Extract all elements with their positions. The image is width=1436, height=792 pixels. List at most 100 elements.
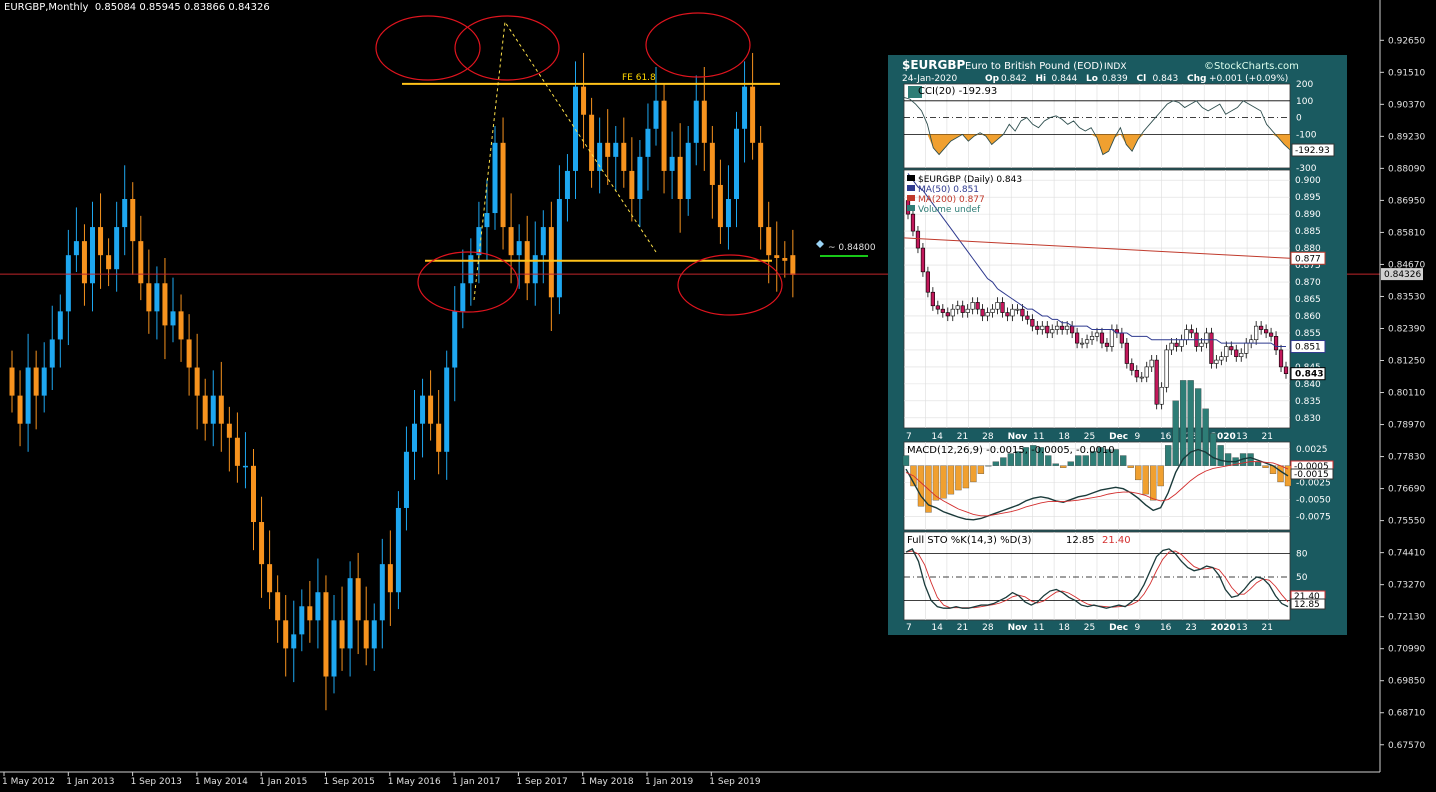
daily-up-candle [990,308,995,313]
bear-candle [508,227,514,256]
bear-candle [9,367,15,396]
sc-date-label: 11 [1033,623,1044,633]
bull-candle [114,227,120,270]
macd-tick-label: -0.0025 [1296,479,1331,489]
price-tick-label: 0.88090 [1388,164,1425,174]
bear-candle [782,257,788,261]
date-tick-label: 1 Jan 2013 [66,777,114,787]
price-tick-label: 0.895 [1295,193,1321,203]
daily-down-candle [1283,366,1289,374]
price-tick-label: 0.75550 [1388,517,1425,527]
daily-up-candle [955,305,960,310]
price-tick-label: 0.90370 [1388,100,1425,110]
cci-tick-label: -100 [1296,130,1317,140]
daily-up-candle [1139,376,1144,379]
symbol-name: EURGBP,Monthly [4,2,89,13]
legend-swatch [907,195,915,201]
sc-quote-label: Cl [1137,74,1147,84]
bear-candle [717,184,723,228]
daily-down-candle [945,312,950,317]
bull-candle [725,199,731,228]
price-tick-label: 0.67570 [1388,741,1425,751]
bull-candle [573,86,578,171]
sc-date-label: 16 [1160,432,1172,442]
sc-date-label: 21 [957,623,968,633]
bull-candle [516,241,522,256]
volume-legend: Volume undef [918,205,981,215]
legend-swatch [907,175,915,181]
sc-date-label: Nov [1008,432,1028,442]
price-tick-label: 0.82390 [1388,324,1425,334]
daily-up-candle [1055,325,1060,330]
bull-candle [468,255,474,284]
sc-date-label: 7 [906,432,912,442]
bull-candle [444,367,450,452]
bear-candle [629,170,635,199]
bear-candle [146,283,152,312]
sto-last-label: 12.85 [1294,600,1320,610]
bear-candle [750,86,756,143]
macd-histogram-bar [932,465,940,501]
bull-candle [25,367,31,424]
price-tick-label: 0.92650 [1388,36,1425,46]
daily-down-candle [930,291,935,307]
sc-quote-label: Op [985,74,1000,84]
price-tick-label: 0.84670 [1388,260,1425,270]
macd-histogram-bar [1247,453,1254,466]
price-tick-label: 0.68710 [1388,709,1425,719]
bear-candle [234,437,240,466]
sc-brand: ©StockCharts.com [1204,61,1299,72]
macd-histogram-bar [970,465,977,483]
bear-candle [138,241,144,284]
price-tick-label: 0.83530 [1388,292,1425,302]
bear-candle [202,395,208,424]
sc-date-label: 7 [906,623,912,633]
sc-date-label: 21 [1262,623,1273,633]
daily-up-candle [1084,339,1090,344]
price-tick-label: 0.91510 [1388,68,1425,78]
alert-label: ~ 0.84800 [828,243,876,253]
macd-histogram-bar [1209,433,1217,466]
bear-candle [259,522,265,565]
macd-histogram-bar [1165,445,1172,466]
sc-date-label: 2020 [1211,623,1236,633]
price-tick-label: 0.80110 [1388,389,1425,399]
daily-down-candle [1030,319,1035,327]
bull-candle [371,620,377,649]
macd-histogram-bar [1135,465,1142,481]
daily-down-candle [1119,332,1124,344]
ma50-last-label: 0.851 [1295,343,1321,353]
date-tick-label: 1 Jan 2019 [645,777,693,787]
bear-candle [661,100,667,171]
price-tick-label: 0.74410 [1388,549,1425,559]
price-tick-label: 0.830 [1295,414,1321,424]
sc-date-label: 13 [1236,432,1247,442]
sc-date-label: 13 [1236,623,1247,633]
bear-candle [307,606,313,621]
bull-candle [484,213,490,228]
price-tick-label: 0.885 [1295,227,1321,237]
bear-candle [774,255,780,258]
bull-candle [637,156,643,199]
daily-down-candle [1045,325,1050,334]
daily-down-candle [1060,325,1065,330]
bull-candle [420,395,426,424]
bull-candle [41,367,47,396]
date-tick-label: 1 Sep 2019 [709,777,761,787]
price-tick-label: 0.73270 [1388,581,1425,591]
daily-up-candle [1050,329,1055,334]
metatrader-chart[interactable]: FE 61.8 0.84326 ~ 0.84800 0.92650 0.91510 0.… [0,0,1436,792]
price-tick-label: 0.870 [1295,278,1321,288]
daily-up-candle [1094,332,1100,337]
daily-up-candle [1065,325,1070,330]
sc-date-label: 14 [931,432,943,442]
sc-date-label: 11 [1033,432,1044,442]
daily-down-candle [1124,342,1129,364]
daily-up-candle [1010,308,1015,317]
macd-histogram-bar [947,465,955,495]
cci-last-label: -192.93 [1295,146,1330,156]
daily-down-candle [1273,336,1279,351]
bear-candle [548,227,554,298]
date-tick-label: 1 May 2018 [581,777,634,787]
sc-date-label: 9 [1135,623,1141,633]
